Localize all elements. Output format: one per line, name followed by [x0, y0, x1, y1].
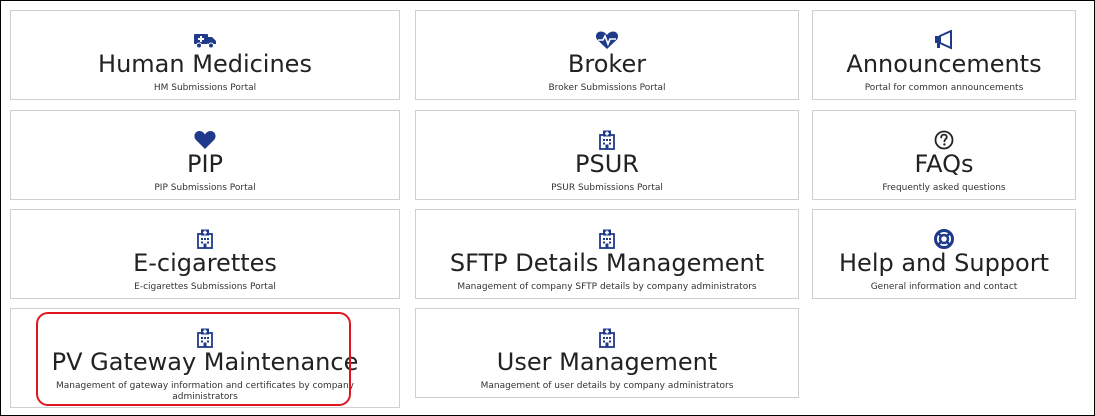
hospital-icon [416, 129, 798, 151]
tile-pip[interactable]: PIP PIP Submissions Portal [10, 110, 400, 200]
tile-title: Human Medicines [98, 50, 312, 78]
tile-broker[interactable]: Broker Broker Submissions Portal [415, 10, 799, 100]
tile-subtitle: Management of gateway information and ce… [56, 381, 354, 402]
tile-faqs[interactable]: FAQs Frequently asked questions [812, 110, 1076, 200]
tile-help-and-support[interactable]: Help and Support General information and… [812, 209, 1076, 299]
tile-subtitle: General information and contact [870, 282, 1018, 292]
tile-title: PIP [186, 150, 224, 178]
tile-subtitle: PIP Submissions Portal [154, 183, 256, 193]
tile-subtitle: E-cigarettes Submissions Portal [134, 282, 276, 292]
tile-user-management[interactable]: User Management Management of user detai… [415, 308, 799, 398]
heartbeat-icon [416, 29, 798, 51]
tile-title: FAQs [914, 150, 974, 178]
tile-title: SFTP Details Management [449, 249, 765, 277]
tile-psur[interactable]: PSUR PSUR Submissions Portal [415, 110, 799, 200]
hospital-icon [416, 228, 798, 250]
tile-title: PSUR [575, 150, 639, 178]
tile-title: Broker [567, 50, 647, 78]
tile-title: E-cigarettes [133, 249, 277, 277]
hospital-icon [11, 327, 399, 349]
ambulance-icon [11, 29, 399, 51]
life-ring-icon [813, 228, 1075, 250]
hospital-icon [11, 228, 399, 250]
tile-sftp-details-management[interactable]: SFTP Details Management Management of co… [415, 209, 799, 299]
tile-human-medicines[interactable]: Human Medicines HM Submissions Portal [10, 10, 400, 100]
tile-announcements[interactable]: Announcements Portal for common announce… [812, 10, 1076, 100]
hospital-icon [416, 327, 798, 349]
tile-title: User Management [496, 348, 718, 376]
tile-title: Announcements [846, 50, 1042, 78]
tile-pv-gateway-maintenance[interactable]: PV Gateway Maintenance Management of gat… [10, 308, 400, 408]
tile-subtitle: HM Submissions Portal [153, 83, 257, 93]
tile-subtitle: Frequently asked questions [882, 183, 1006, 193]
tile-subtitle: Broker Submissions Portal [548, 83, 666, 93]
tile-title: PV Gateway Maintenance [51, 348, 359, 376]
question-circle-icon [813, 129, 1075, 151]
megaphone-icon [813, 29, 1075, 51]
tile-subtitle: Management of user details by company ad… [480, 381, 734, 391]
tile-subtitle: Management of company SFTP details by co… [457, 282, 757, 292]
tile-e-cigarettes[interactable]: E-cigarettes E-cigarettes Submissions Po… [10, 209, 400, 299]
heart-icon [11, 129, 399, 151]
tile-subtitle: PSUR Submissions Portal [551, 183, 663, 193]
tile-title: Help and Support [839, 249, 1049, 277]
tile-subtitle: Portal for common announcements [864, 83, 1024, 93]
